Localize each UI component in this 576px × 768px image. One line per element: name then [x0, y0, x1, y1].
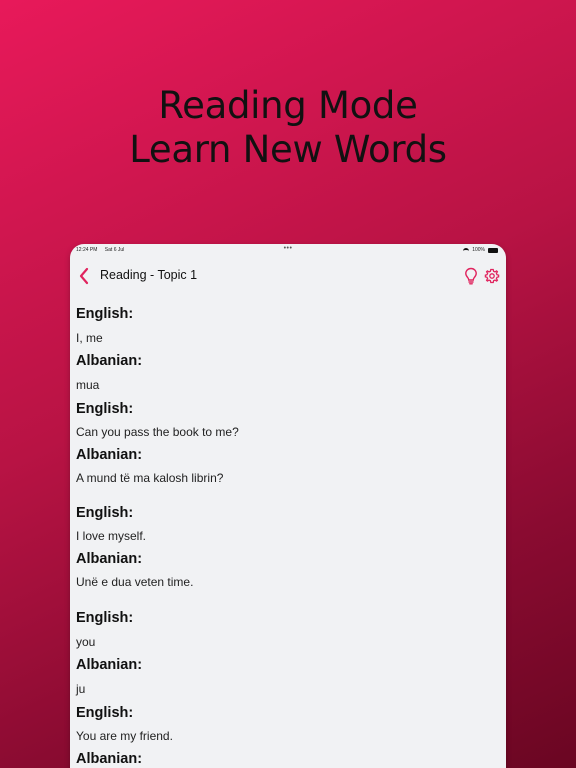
nav-bar: Reading - Topic 1	[70, 264, 506, 288]
english-text: I, me	[76, 331, 103, 345]
status-left: 12:24 PM Sat 6 Jul	[76, 247, 130, 253]
albanian-label: Albanian:	[76, 751, 143, 767]
promo-line-1: Reading Mode	[158, 84, 418, 127]
status-time: 12:24 PM	[76, 247, 98, 253]
english-label: English:	[76, 505, 134, 521]
lightbulb-icon	[465, 267, 477, 285]
status-right: 100%	[463, 247, 498, 253]
english-text: you	[76, 635, 96, 649]
english-label: English:	[76, 306, 134, 322]
albanian-label: Albanian:	[76, 657, 143, 673]
page-title: Reading - Topic 1	[100, 268, 198, 282]
english-text: Can you pass the book to me?	[76, 425, 239, 439]
promo-line-2: Learn New Words	[129, 128, 447, 171]
status-bar: 12:24 PM Sat 6 Jul ••• 100%	[70, 244, 506, 256]
english-text: I love myself.	[76, 529, 147, 543]
chevron-left-icon	[79, 267, 89, 285]
albanian-label: Albanian:	[76, 447, 143, 463]
battery-icon	[488, 247, 498, 253]
english-label: English:	[76, 401, 134, 417]
battery-percent: 100%	[472, 247, 485, 253]
albanian-label: Albanian:	[76, 551, 143, 567]
albanian-text: A mund të ma kalosh librin?	[76, 471, 224, 485]
albanian-text: Unë e dua veten time.	[76, 575, 194, 589]
settings-button[interactable]	[484, 267, 500, 285]
multitasking-dots[interactable]: •••	[284, 245, 293, 252]
promo-headline: Reading Mode Learn New Words	[0, 84, 576, 172]
back-button[interactable]	[76, 266, 92, 286]
albanian-label: Albanian:	[76, 353, 143, 369]
status-date: Sat 6 Jul	[104, 247, 125, 253]
albanian-text: ju	[76, 682, 86, 696]
device-screen: 12:24 PM Sat 6 Jul ••• 100% Reading - To…	[70, 244, 506, 768]
hint-button[interactable]	[464, 267, 478, 285]
english-text: You are my friend.	[76, 729, 173, 743]
gear-icon	[484, 268, 500, 284]
english-label: English:	[76, 610, 134, 626]
wifi-icon	[463, 248, 470, 252]
albanian-text: mua	[76, 378, 100, 392]
english-label: English:	[76, 705, 134, 721]
